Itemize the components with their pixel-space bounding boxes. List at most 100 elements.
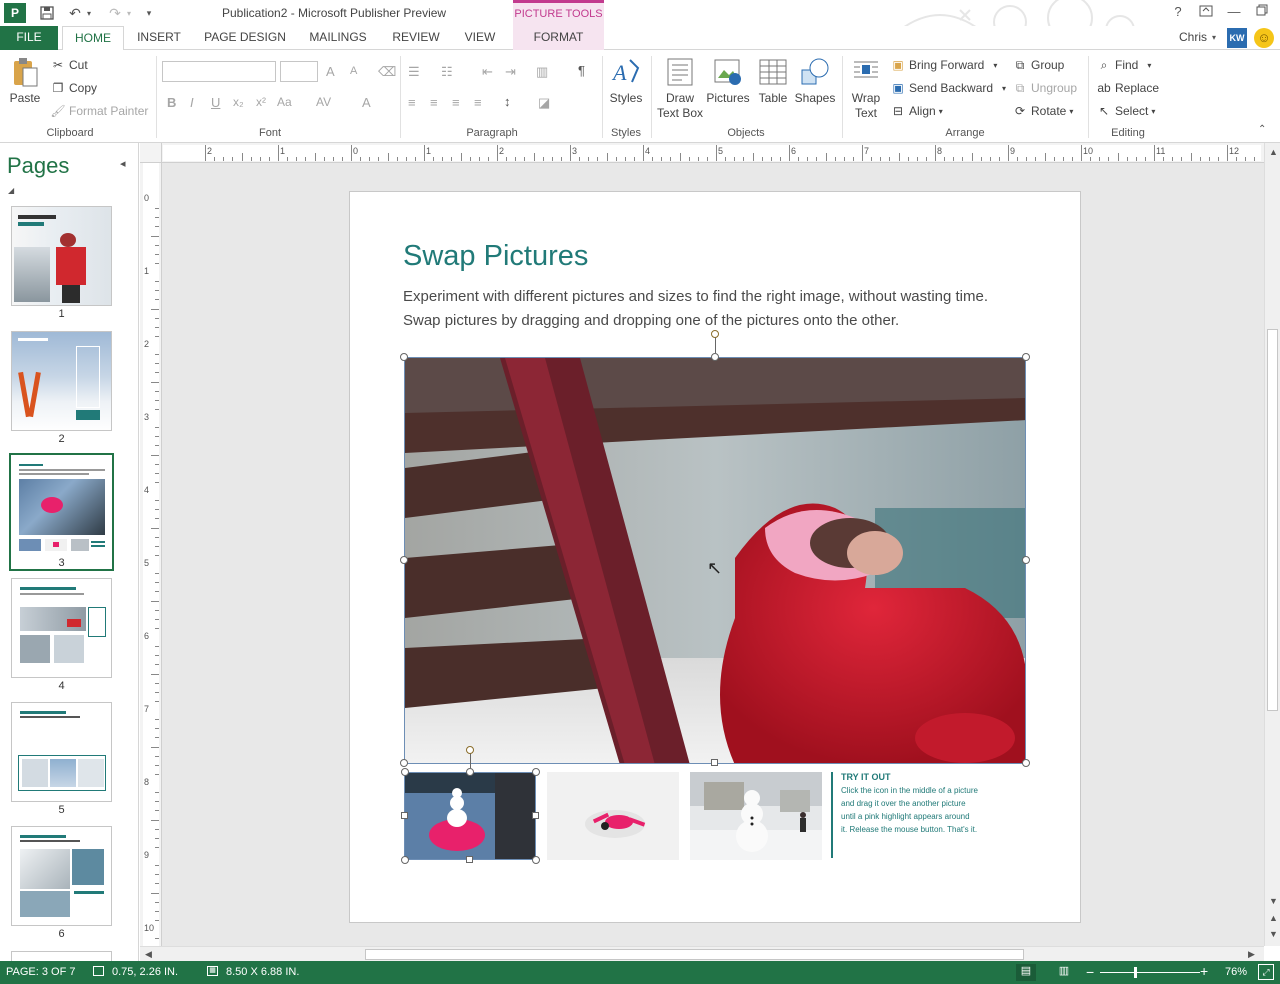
single-page-view-icon[interactable]: ▤ <box>1016 964 1036 981</box>
rotate-handle-icon[interactable] <box>466 746 474 754</box>
page-thumbnail-7[interactable] <box>11 951 112 961</box>
bold-icon[interactable]: B <box>167 95 176 110</box>
user-dropdown-icon[interactable]: ▾ <box>1212 33 1216 42</box>
vertical-ruler[interactable]: 0 1 2 3 4 5 6 7 8 9 10 <box>140 163 162 946</box>
tab-mailings[interactable]: MAILINGS <box>304 26 372 50</box>
small-photo-snowball[interactable] <box>404 772 536 860</box>
align-left-icon[interactable]: ≡ <box>408 95 416 110</box>
collapse-pane-icon[interactable]: ◂ <box>120 157 126 170</box>
undo-dropdown-icon[interactable]: ▾ <box>84 3 94 23</box>
table-button[interactable]: Table <box>752 56 794 106</box>
font-name-box[interactable] <box>162 61 276 82</box>
bullets-icon[interactable]: ☰ <box>408 64 420 80</box>
increase-indent-icon[interactable]: ⇥ <box>505 64 516 80</box>
tab-page-design[interactable]: PAGE DESIGN <box>200 26 290 50</box>
close-icon[interactable] <box>1274 4 1280 22</box>
two-page-view-icon[interactable]: ▥ <box>1054 964 1074 981</box>
copy-button[interactable]: ❐ Copy <box>50 80 97 96</box>
try-it-out-title[interactable]: TRY IT OUT <box>841 772 891 782</box>
page-thumbnail-3[interactable] <box>9 453 114 571</box>
save-icon[interactable] <box>36 3 58 23</box>
show-paragraph-marks-icon[interactable]: ¶ <box>578 63 585 78</box>
character-spacing-icon[interactable]: AV <box>316 95 331 109</box>
section-triangle-icon[interactable]: ◢ <box>8 186 14 195</box>
align-right-icon[interactable]: ≡ <box>452 95 460 110</box>
vertical-scroll-thumb[interactable] <box>1267 329 1278 711</box>
format-painter-button[interactable]: 🖌 Format Painter <box>50 103 148 119</box>
publisher-app-icon[interactable]: P <box>4 3 26 23</box>
scroll-down-icon[interactable]: ▼ <box>1269 896 1278 906</box>
undo-icon[interactable]: ↶ <box>64 3 86 23</box>
draw-text-box-button[interactable]: Draw Text Box <box>656 56 704 121</box>
try-it-out-line[interactable]: until a pink highlight appears around <box>841 812 970 821</box>
columns-icon[interactable]: ▥ <box>536 64 548 80</box>
ungroup-button[interactable]: ⧉ Ungroup <box>1012 80 1077 96</box>
body-text-line[interactable]: Swap pictures by dragging and dropping o… <box>403 312 899 329</box>
find-button[interactable]: ⌕ Find ▾ <box>1096 57 1152 73</box>
zoom-out-icon[interactable]: − <box>1086 964 1094 980</box>
bring-forward-button[interactable]: ▣ Bring Forward ▾ <box>890 57 997 73</box>
previous-page-icon[interactable]: ▲ <box>1269 913 1278 923</box>
redo-dropdown-icon[interactable]: ▾ <box>124 3 134 23</box>
shapes-button[interactable]: Shapes <box>794 56 836 106</box>
feedback-smiley-icon[interactable]: ☺ <box>1254 28 1274 48</box>
cut-button[interactable]: ✂ Cut <box>50 57 88 73</box>
decrease-indent-icon[interactable]: ⇤ <box>482 64 493 80</box>
page-thumbnail-4[interactable] <box>11 578 112 678</box>
font-color-icon[interactable]: A <box>362 95 371 110</box>
grow-font-icon[interactable]: A <box>326 64 335 79</box>
tab-insert[interactable]: INSERT <box>132 26 186 50</box>
group-button[interactable]: ⧉ Group <box>1012 57 1065 73</box>
zoom-in-icon[interactable]: + <box>1200 963 1208 979</box>
publication-page[interactable]: Swap Pictures Experiment with different … <box>349 191 1081 923</box>
scroll-right-icon[interactable]: ▶ <box>1248 949 1255 960</box>
tab-home[interactable]: HOME <box>62 26 124 51</box>
justify-icon[interactable]: ≡ <box>474 95 482 110</box>
small-photo-snow-angel[interactable] <box>547 772 679 860</box>
rotate-handle-icon[interactable] <box>711 330 719 338</box>
font-size-box[interactable] <box>280 61 318 82</box>
horizontal-ruler[interactable]: 2 1 0 1 2 3 4 5 6 7 8 9 10 11 12 <box>140 143 1264 163</box>
wrap-text-button[interactable]: Wrap Text <box>846 56 886 121</box>
italic-icon[interactable]: I <box>190 95 194 110</box>
scroll-left-icon[interactable]: ◀ <box>145 949 152 960</box>
send-backward-button[interactable]: ▣ Send Backward ▾ <box>890 80 1006 96</box>
user-name[interactable]: Chris <box>1179 30 1207 44</box>
page-indicator[interactable]: PAGE: 3 OF 7 <box>6 966 76 978</box>
horizontal-scroll-thumb[interactable] <box>365 949 1024 960</box>
change-case-icon[interactable]: Aa <box>277 95 292 109</box>
align-center-icon[interactable]: ≡ <box>430 95 438 110</box>
paragraph-shading-icon[interactable]: ◪ <box>538 95 550 111</box>
horizontal-scrollbar[interactable]: ◀ ▶ <box>140 946 1264 961</box>
customize-qat-icon[interactable]: ▾ <box>142 3 156 23</box>
tab-file[interactable]: FILE <box>0 26 58 50</box>
tab-format[interactable]: FORMAT <box>513 26 604 50</box>
next-page-icon[interactable]: ▼ <box>1269 929 1278 939</box>
fit-page-icon[interactable]: ⤢ <box>1258 964 1274 980</box>
align-button[interactable]: ⊟ Align ▾ <box>890 103 943 119</box>
redo-icon[interactable]: ↷ <box>104 3 126 23</box>
avatar[interactable]: KW <box>1227 28 1247 48</box>
zoom-level[interactable]: 76% <box>1225 966 1247 978</box>
subscript-icon[interactable]: x₂ <box>233 95 244 109</box>
restore-icon[interactable] <box>1252 4 1272 22</box>
line-spacing-icon[interactable]: ↕ <box>504 94 511 109</box>
small-photo-snowman[interactable] <box>690 772 822 860</box>
page-thumbnail-6[interactable] <box>11 826 112 926</box>
rotate-button[interactable]: ⟳ Rotate ▾ <box>1012 103 1073 119</box>
numbering-icon[interactable]: ☷ <box>441 64 453 80</box>
page-thumbnail-1[interactable] <box>11 206 112 306</box>
workspace-canvas[interactable]: Swap Pictures Experiment with different … <box>162 163 1264 946</box>
tab-review[interactable]: REVIEW <box>388 26 444 50</box>
minimize-icon[interactable]: — <box>1224 4 1244 22</box>
zoom-slider-thumb[interactable] <box>1134 967 1137 978</box>
page-thumbnail-5[interactable] <box>11 702 112 802</box>
paste-button[interactable]: Paste <box>6 56 44 106</box>
collapse-ribbon-icon[interactable]: ⌃ <box>1258 124 1266 135</box>
replace-button[interactable]: ab Replace <box>1096 80 1159 96</box>
page-heading[interactable]: Swap Pictures <box>403 240 588 273</box>
clear-formatting-icon[interactable]: ⌫ <box>378 64 396 80</box>
page-thumbnail-2[interactable] <box>11 331 112 431</box>
help-button[interactable]: ? <box>1168 4 1188 22</box>
try-it-out-line[interactable]: it. Release the mouse button. That's it. <box>841 825 977 834</box>
